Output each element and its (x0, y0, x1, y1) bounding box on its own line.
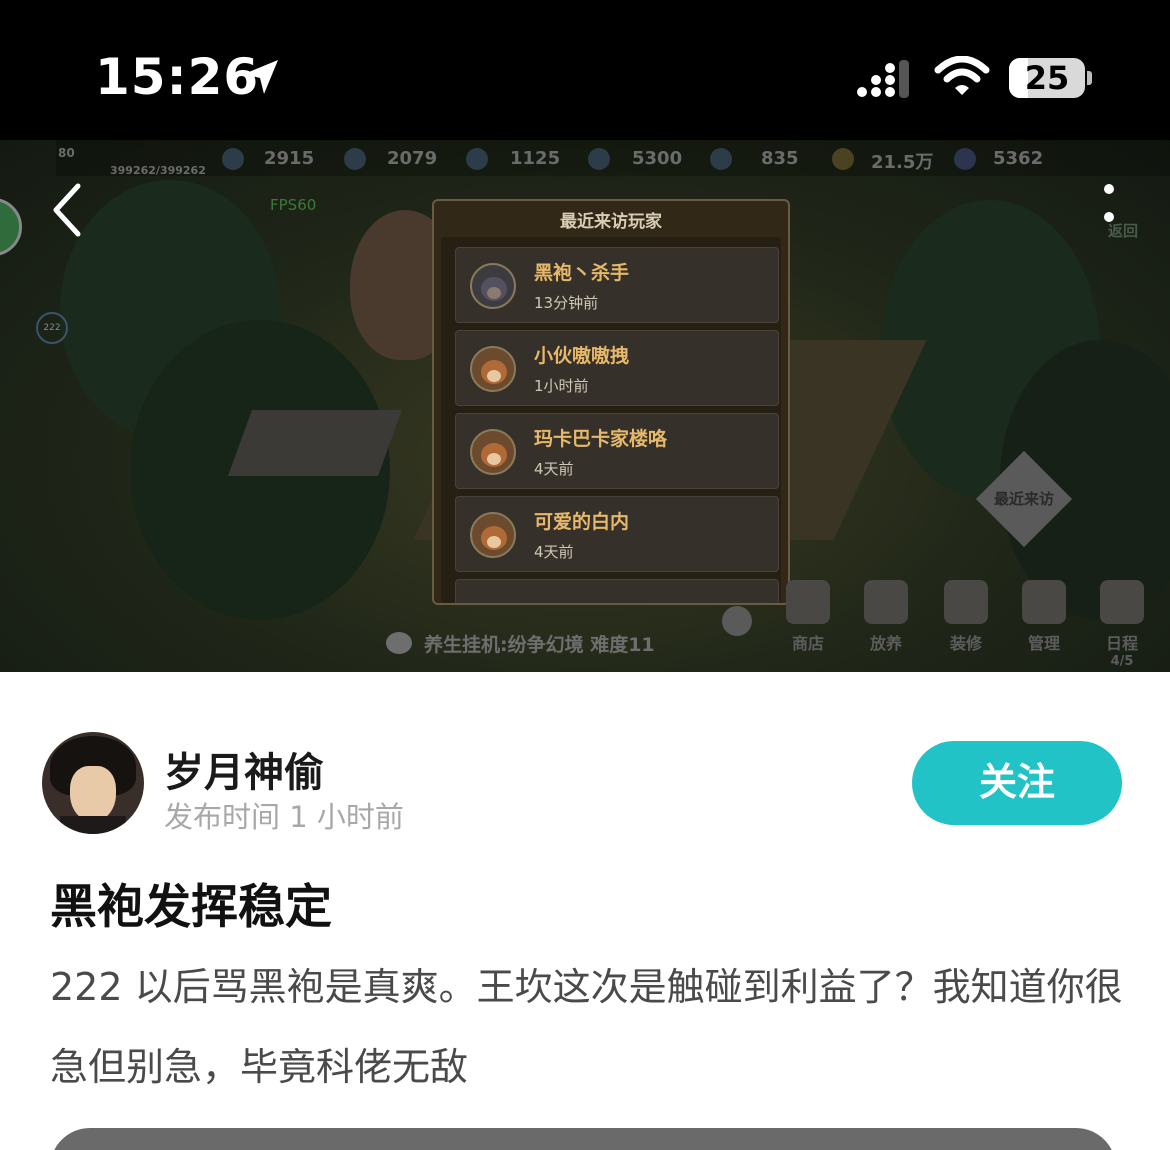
resource-value: 5300 (632, 148, 683, 169)
floating-side-button[interactable] (0, 198, 22, 256)
visitor-time: 4天前 (534, 460, 574, 478)
resource-value: 5362 (993, 148, 1044, 169)
battery-icon: 25 (1009, 58, 1085, 98)
follow-button[interactable]: 关注 (912, 741, 1122, 825)
back-arrow-icon[interactable] (48, 180, 88, 240)
visitor-item (455, 579, 779, 603)
schedule-count: 4/5 (1110, 654, 1134, 669)
post-content: 岁月神偷 发布时间 1 小时前 关注 黑袍发挥稳定 222 以后骂黑袍是真爽。王… (0, 672, 1170, 1150)
circle-badge[interactable]: 222 (36, 312, 68, 344)
resource-value: 2915 (264, 148, 315, 169)
resource-value: 835 (761, 148, 799, 169)
visitor-name: 可爱的白内 (534, 511, 630, 533)
post-body: 222 以后骂黑袍是真爽。王坎这次是触碰到利益了？我知道你很急但别急，毕竟科佬无… (50, 965, 1123, 1089)
player-hp: 399262/399262 (110, 164, 206, 177)
resource-icon (588, 148, 610, 170)
visitor-item: 可爱的白内 4天前 (455, 496, 779, 572)
chat-icon (386, 632, 412, 654)
menu-shop: 商店 (776, 580, 840, 654)
wifi-icon (934, 56, 990, 95)
signal-icon (857, 60, 909, 98)
pasture-icon (864, 580, 908, 624)
visitor-avatar (470, 346, 516, 392)
game-back-button: 返回 (1108, 222, 1139, 240)
avatar[interactable] (42, 732, 144, 834)
post-title: 黑袍发挥稳定 (50, 880, 332, 935)
stone-table (227, 410, 403, 476)
menu-schedule: 日程 4/5 (1090, 580, 1154, 669)
post-image[interactable]: 80 399262/399262 2915 2079 1125 5300 835… (0, 140, 1170, 672)
visitor-name: 黑袍丶杀手 (534, 262, 630, 284)
visitor-time: 1小时前 (534, 377, 589, 395)
player-level: 80 (58, 146, 75, 160)
recent-visit-label: 最近来访 (993, 490, 1054, 508)
resource-icon (466, 148, 488, 170)
resource-icon (344, 148, 366, 170)
resource-value: 2079 (387, 148, 438, 169)
paint-brush-icon (944, 580, 988, 624)
menu-decorate: 装修 (934, 580, 998, 654)
battery-percent: 25 (1024, 59, 1070, 97)
battery-tip (1087, 71, 1092, 85)
next-card[interactable] (50, 1128, 1116, 1150)
idle-status: 养生挂机:纷争幻境 难度11 (424, 634, 655, 656)
resource-icon (710, 148, 732, 170)
visitor-avatar (470, 512, 516, 558)
author-name[interactable]: 岁月神偷 (164, 740, 324, 798)
visitor-name: 小伙嗷嗷拽 (534, 345, 630, 367)
shop-icon (786, 580, 830, 624)
visitor-time: 13分钟前 (534, 294, 599, 312)
resource-value: 1125 (510, 148, 561, 169)
clock: 15:26 (95, 48, 260, 106)
visitor-avatar (470, 429, 516, 475)
menu-manage: 管理 (1012, 580, 1076, 654)
visitor-time: 4天前 (534, 543, 574, 561)
emoji-icon (722, 606, 752, 636)
visitor-list: 黑袍丶杀手 13分钟前 小伙嗷嗷拽 1小时前 玛卡巴卡家楼咯 4天前 可爱的白内… (441, 237, 781, 603)
fps-counter: FPS60 (270, 196, 317, 214)
menu-pasture: 放养 (854, 580, 918, 654)
game-hud: 80 399262/399262 2915 2079 1125 5300 835… (56, 140, 1170, 177)
dialog-title: 最近来访玩家 (560, 212, 662, 232)
schedule-icon (1100, 580, 1144, 624)
resource-value: 21.5万 (871, 152, 934, 173)
visitor-item: 玛卡巴卡家楼咯 4天前 (455, 413, 779, 489)
visitor-item: 黑袍丶杀手 13分钟前 (455, 247, 779, 323)
status-bar: 15:26 25 (0, 0, 1170, 140)
visitor-item: 小伙嗷嗷拽 1小时前 (455, 330, 779, 406)
diamond-icon (954, 148, 976, 170)
visitor-avatar (470, 263, 516, 309)
coin-icon (832, 148, 854, 170)
visitor-name: 玛卡巴卡家楼咯 (534, 428, 668, 450)
manage-house-icon (1022, 580, 1066, 624)
publish-time: 发布时间 1 小时前 (164, 800, 404, 834)
resource-icon (222, 148, 244, 170)
recent-visitors-dialog: 最近来访玩家 黑袍丶杀手 13分钟前 小伙嗷嗷拽 1小时前 玛卡巴卡家楼咯 4天… (432, 199, 790, 605)
location-arrow-icon (244, 60, 278, 94)
